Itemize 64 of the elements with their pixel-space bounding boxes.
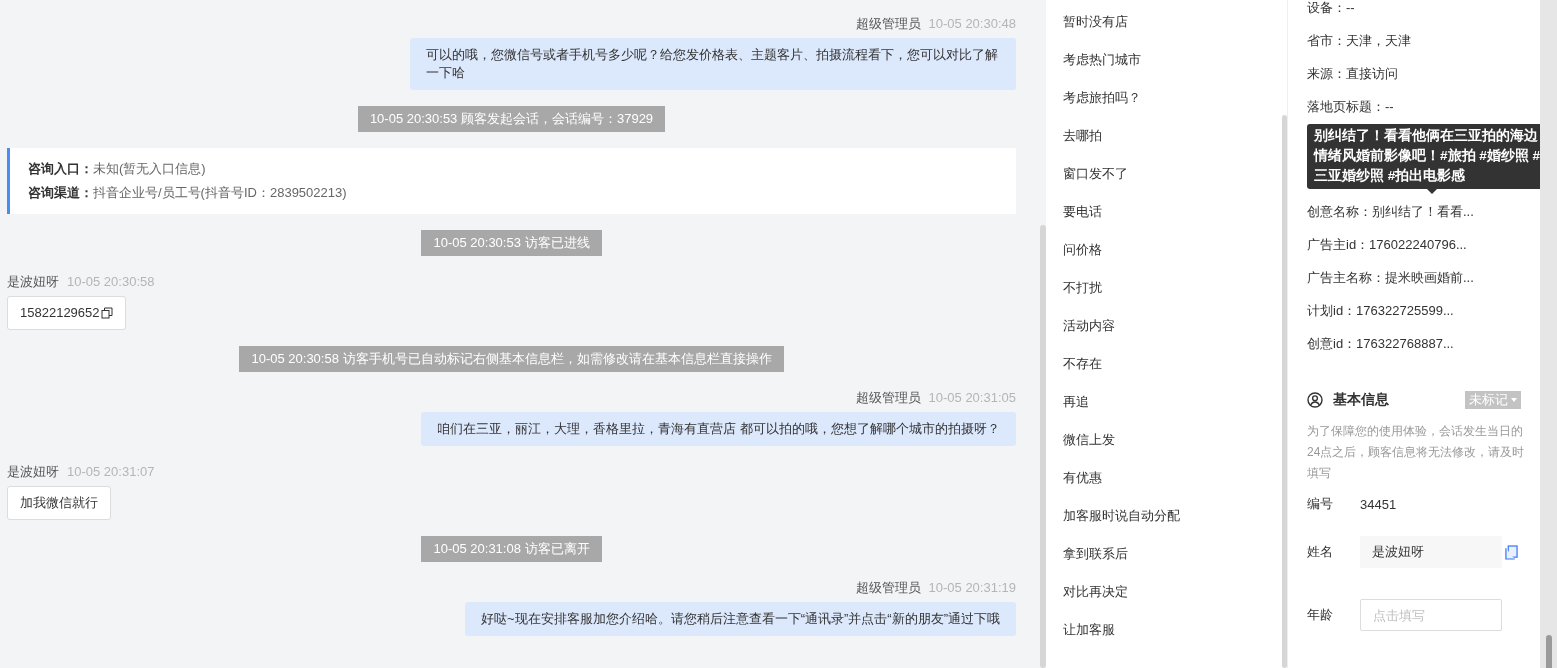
sender-name: 是波妞呀 xyxy=(7,463,59,481)
message-bubble: 好哒~现在安排客服加您介绍哈。请您稍后注意查看一下“通讯录”并点击“新的朋友”通过下哦 xyxy=(465,602,1016,636)
system-notice: 10-05 20:31:08 访客已离开 xyxy=(421,536,602,562)
quick-reply-item[interactable]: 对比再决定 xyxy=(1063,573,1128,611)
quick-reply-item[interactable]: 考虑旅拍吗？ xyxy=(1063,79,1141,117)
system-notice: 10-05 20:30:58 访客手机号已自动标记右侧基本信息栏，如需修改请在基本信息栏直接操作 xyxy=(239,346,784,372)
section-title: 基本信息 xyxy=(1333,391,1390,409)
sender-name: 是波妞呀 xyxy=(7,273,59,291)
name-field[interactable]: 是波妞呀 xyxy=(1360,536,1502,568)
copy-icon[interactable] xyxy=(100,307,113,319)
message-time: 10-05 20:31:07 xyxy=(67,463,155,481)
scrollbar-thumb[interactable] xyxy=(1282,115,1287,668)
field-label: 年龄 xyxy=(1307,606,1334,624)
quick-reply-item[interactable]: 微信上发 xyxy=(1063,421,1115,459)
source-detail: 计划id：176322725599... xyxy=(1307,302,1455,320)
message-time: 10-05 20:30:48 xyxy=(928,15,1016,33)
quick-reply-item[interactable]: 不打扰 xyxy=(1063,269,1102,307)
source-detail: 设备：-- xyxy=(1307,0,1356,17)
source-detail: 省市：天津，天津 xyxy=(1307,32,1412,50)
quick-reply-item[interactable]: 去哪拍 xyxy=(1063,117,1102,155)
quick-reply-item[interactable]: 暂时没有店 xyxy=(1063,3,1128,41)
sender-name: 超级管理员 xyxy=(855,15,921,33)
field-label: 姓名 xyxy=(1307,543,1334,561)
field-value: 34451 xyxy=(1360,496,1397,512)
source-detail: 广告主名称：提米映画婚前... xyxy=(1307,269,1475,287)
source-detail: 落地页标题：-- xyxy=(1307,98,1395,116)
hint-text: 为了保障您的使用体验，会话发生当日的24点之后，顾客信息将无法修改，请及时填写 xyxy=(1307,423,1525,482)
message-bubble: 可以的哦，您微信号或者手机号多少呢？给您发价格表、主题客片、拍摄流程看下，您可以对比了解一下哈 xyxy=(410,38,1016,90)
source-detail: 广告主id：176022240796... xyxy=(1307,236,1468,254)
source-detail: 创意名称：别纠结了！看看... xyxy=(1307,203,1475,221)
message-time: 10-05 20:31:05 xyxy=(928,389,1016,407)
scrollbar-thumb[interactable] xyxy=(1040,225,1046,668)
quick-reply-item[interactable]: 再追 xyxy=(1063,383,1089,421)
message-bubble: 咱们在三亚，丽江，大理，香格里拉，青海有直营店 都可以拍的哦，您想了解哪个城市的拍摄呀？ xyxy=(421,412,1016,446)
quick-reply-item[interactable]: 问价格 xyxy=(1063,231,1102,269)
source-detail: 来源：直接访问 xyxy=(1307,65,1399,83)
input-field[interactable]: 点击填写 xyxy=(1360,599,1502,631)
document-icon[interactable] xyxy=(1505,544,1518,560)
message-bubble: 加我微信就行 xyxy=(7,486,111,520)
quick-reply-item[interactable]: 活动内容 xyxy=(1063,307,1115,345)
caret-icon xyxy=(1511,398,1517,402)
tooltip-pointer-icon xyxy=(1427,189,1437,194)
quick-reply-item[interactable]: 加客服时说自动分配 xyxy=(1063,497,1180,535)
message-bubble: 15822129652 xyxy=(7,296,126,330)
message-time: 10-05 20:30:58 xyxy=(67,273,155,291)
info-line: 咨询入口：未知(暂无入口信息) xyxy=(28,160,207,178)
scrollbar-thumb[interactable] xyxy=(1546,635,1552,668)
quick-reply-item[interactable]: 考虑热门城市 xyxy=(1063,41,1141,79)
sender-name: 超级管理员 xyxy=(855,389,921,407)
quick-reply-item[interactable]: 要电话 xyxy=(1063,193,1102,231)
user-icon xyxy=(1307,392,1323,408)
message-time: 10-05 20:31:19 xyxy=(928,579,1016,597)
quick-reply-item[interactable]: 拿到联系后 xyxy=(1063,535,1128,573)
quick-reply-item[interactable]: 让加客服 xyxy=(1063,611,1115,649)
quick-reply-item[interactable]: 不存在 xyxy=(1063,345,1102,383)
system-notice: 10-05 20:30:53 访客已进线 xyxy=(421,230,602,256)
source-detail: 创意id：176322768887... xyxy=(1307,335,1455,353)
tooltip: 别纠结了！看看他俩在三亚拍的海边情绪风婚前影像吧！#旅拍 #婚纱照 #三亚婚纱照 #拍出电影感 xyxy=(1307,124,1540,189)
quick-reply-item[interactable]: 窗口发不了 xyxy=(1063,155,1128,193)
info-line: 咨询渠道：抖音企业号/员工号(抖音号ID：2839502213) xyxy=(28,184,348,202)
field-label: 编号 xyxy=(1307,495,1334,513)
quick-reply-item[interactable]: 有优惠 xyxy=(1063,459,1102,497)
system-notice: 10-05 20:30:53 顾客发起会话，会话编号：37929 xyxy=(357,106,666,132)
sender-name: 超级管理员 xyxy=(855,579,921,597)
